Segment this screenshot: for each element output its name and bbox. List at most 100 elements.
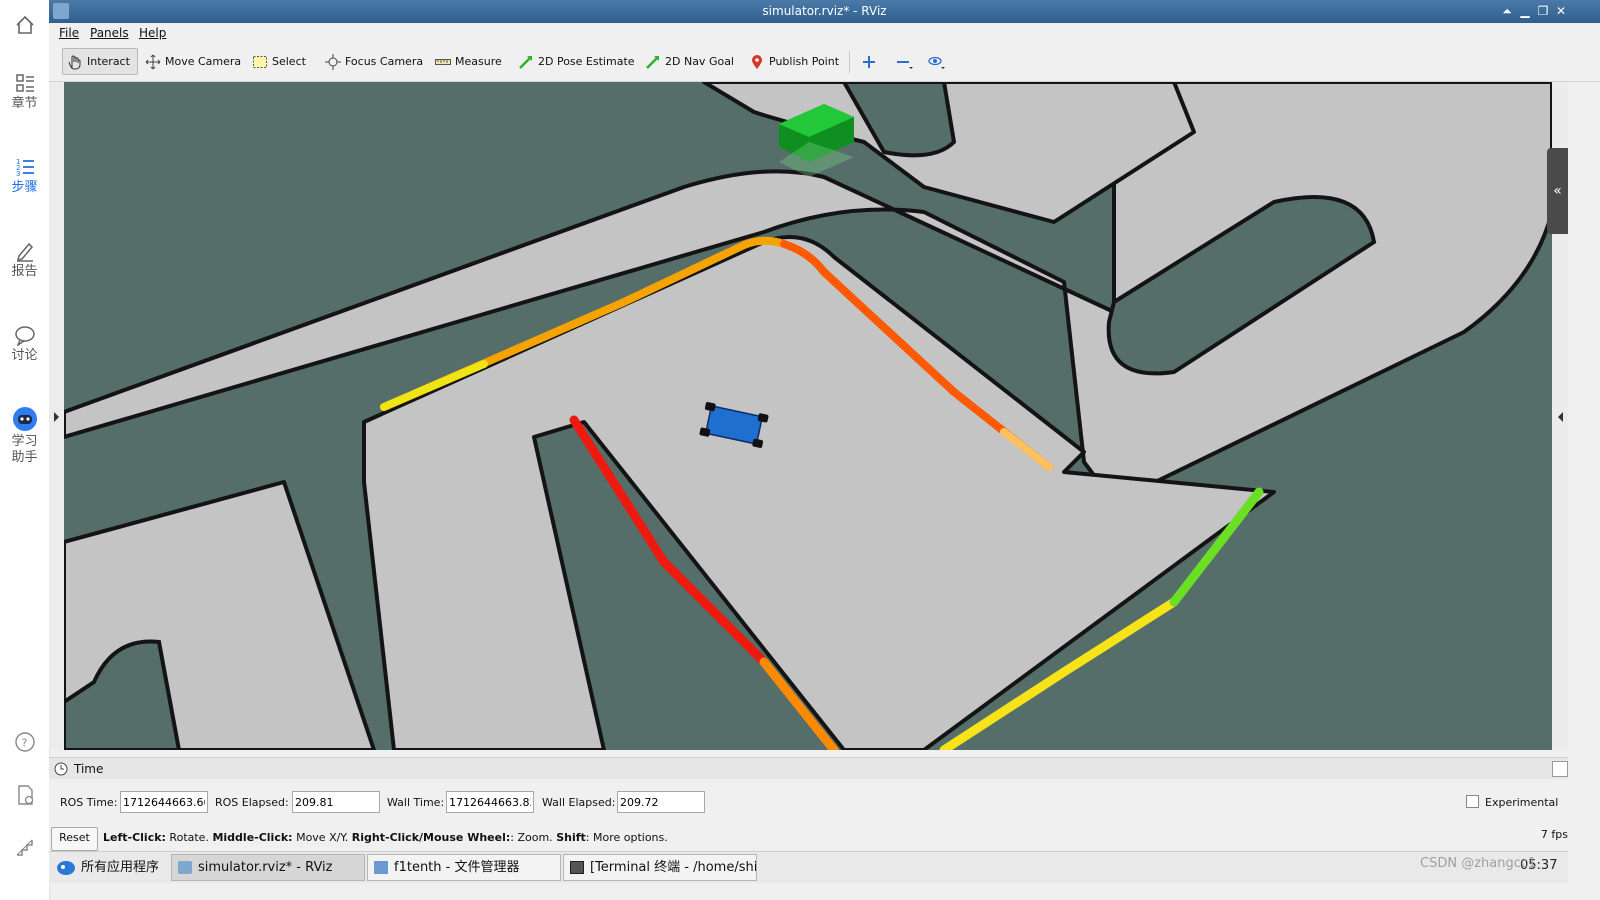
hand-icon bbox=[68, 55, 81, 69]
tool-publish-point[interactable]: Publish Point bbox=[749, 48, 839, 75]
tool-label: Select bbox=[272, 55, 306, 68]
hint-right-click: Right-Click/Mouse Wheel: bbox=[351, 831, 511, 844]
hint-shift-desc: : More options. bbox=[585, 831, 668, 844]
experimental-checkbox[interactable] bbox=[1466, 795, 1479, 808]
tool-2d-pose-estimate[interactable]: 2D Pose Estimate bbox=[518, 48, 635, 75]
tool-select[interactable]: Select bbox=[252, 48, 306, 75]
green-arrow-icon bbox=[646, 55, 659, 69]
course-sidebar: 章节 123 步骤 报告 讨论 学习 助手 ? bbox=[0, 0, 50, 900]
expand-left-icon bbox=[54, 412, 59, 422]
remove-tool-button[interactable] bbox=[895, 48, 919, 75]
ros-elapsed-field[interactable] bbox=[292, 791, 380, 813]
csdn-watermark: CSDN @zhangcc1 bbox=[1420, 856, 1537, 871]
status-hint: Left-Click: Rotate. Middle-Click: Move X… bbox=[103, 831, 668, 844]
maximize-button[interactable]: ❐ bbox=[1535, 3, 1551, 19]
ros-time-label: ROS Time: bbox=[60, 796, 118, 809]
taskbar: 所有应用程序 simulator.rviz* - RViz f1tenth - … bbox=[49, 851, 1568, 883]
tool-2d-nav-goal[interactable]: 2D Nav Goal bbox=[645, 48, 734, 75]
sidebar-item-assistant[interactable]: 学习 助手 bbox=[0, 406, 49, 466]
sidebar-item-home[interactable] bbox=[0, 14, 49, 38]
tool-label: Focus Camera bbox=[345, 55, 424, 68]
hint-middle-click: Middle-Click: bbox=[212, 831, 293, 844]
time-panel: ROS Time: ROS Elapsed: Wall Time: Wall E… bbox=[49, 779, 1568, 825]
left-dock-handle[interactable] bbox=[49, 82, 63, 750]
sidebar-item-report[interactable]: 报告 bbox=[0, 240, 49, 280]
collapse-panel-button[interactable]: « bbox=[1547, 148, 1568, 234]
window-title: simulator.rviz* - RViz bbox=[762, 4, 887, 18]
svg-text:3: 3 bbox=[16, 170, 20, 178]
menu-file[interactable]: File bbox=[59, 26, 79, 40]
task-label: [Terminal 终端 - /home/shi… bbox=[590, 860, 757, 875]
reset-button[interactable]: Reset bbox=[51, 827, 98, 851]
sidebar-label: 步骤 bbox=[11, 180, 38, 195]
hint-left-click-desc: Rotate. bbox=[165, 831, 213, 844]
map-render bbox=[64, 82, 1552, 750]
tool-label: 2D Nav Goal bbox=[665, 55, 734, 68]
sidebar-label: 章节 bbox=[11, 96, 38, 111]
stairs-button[interactable] bbox=[0, 836, 49, 860]
close-button[interactable]: ✕ bbox=[1553, 3, 1569, 19]
minus-icon bbox=[897, 60, 913, 69]
document-icon bbox=[17, 785, 33, 805]
help-button[interactable]: ? bbox=[0, 731, 49, 755]
wall-time-label: Wall Time: bbox=[387, 796, 445, 809]
view-options-button[interactable] bbox=[927, 48, 951, 75]
hint-middle-click-desc: Move X/Y. bbox=[292, 831, 352, 844]
status-bar: Reset Left-Click: Rotate. Middle-Click: … bbox=[49, 825, 1568, 851]
tool-measure[interactable]: Measure bbox=[435, 48, 502, 75]
eye-icon bbox=[928, 56, 945, 69]
rviz-app-icon bbox=[178, 861, 192, 874]
tool-move-camera[interactable]: Move Camera bbox=[145, 48, 241, 75]
help-icon: ? bbox=[14, 732, 35, 752]
green-arrow-icon bbox=[519, 55, 532, 69]
wall-time-field[interactable] bbox=[446, 791, 534, 813]
toolbar: Interact Move Camera Select Focus Camera… bbox=[49, 43, 1600, 82]
tool-label: Measure bbox=[455, 55, 502, 68]
hint-shift: Shift bbox=[556, 831, 586, 844]
menu-help[interactable]: Help bbox=[139, 26, 166, 40]
applications-menu[interactable]: 所有应用程序 bbox=[53, 855, 159, 881]
xfce-logo-icon bbox=[57, 861, 75, 875]
sidebar-item-chapters[interactable]: 章节 bbox=[0, 72, 49, 112]
task-rviz[interactable]: simulator.rviz* - RViz bbox=[171, 854, 365, 881]
terminal-icon bbox=[570, 861, 584, 874]
clock-icon bbox=[54, 762, 68, 776]
home-icon bbox=[15, 15, 34, 34]
sidebar-label: 报告 bbox=[11, 264, 38, 279]
ruler-icon bbox=[435, 58, 451, 65]
assistant-icon bbox=[12, 407, 37, 431]
toolbar-separator bbox=[849, 51, 850, 73]
minimize-button[interactable]: ▁ bbox=[1517, 3, 1533, 19]
sidebar-item-steps[interactable]: 123 步骤 bbox=[0, 156, 49, 196]
steps-icon: 123 bbox=[16, 158, 34, 178]
hint-right-click-desc: : Zoom. bbox=[510, 831, 557, 844]
svg-text:?: ? bbox=[21, 737, 27, 750]
discussion-icon bbox=[14, 326, 35, 346]
move-camera-icon bbox=[145, 54, 161, 69]
document-button[interactable] bbox=[0, 784, 49, 808]
tool-label: Move Camera bbox=[165, 55, 242, 68]
map-pin-icon bbox=[752, 54, 762, 69]
add-tool-button[interactable] bbox=[861, 48, 881, 75]
tool-interact[interactable]: Interact bbox=[62, 48, 138, 75]
report-icon bbox=[16, 242, 33, 262]
double-chevron-left-icon: « bbox=[1553, 183, 1562, 199]
sidebar-label: 讨论 bbox=[11, 348, 38, 363]
3d-viewport[interactable] bbox=[64, 82, 1552, 750]
task-terminal[interactable]: [Terminal 终端 - /home/shi… bbox=[563, 854, 757, 881]
window-titlebar[interactable]: simulator.rviz* - RViz ⏶ ▁ ❐ ✕ bbox=[49, 0, 1600, 23]
task-file-manager[interactable]: f1tenth - 文件管理器 bbox=[367, 854, 561, 881]
tool-label: Publish Point bbox=[769, 55, 840, 68]
sidebar-label: 助手 bbox=[11, 450, 38, 465]
wall-elapsed-field[interactable] bbox=[617, 791, 705, 813]
sidebar-item-discussion[interactable]: 讨论 bbox=[0, 324, 49, 364]
time-panel-header: Time bbox=[49, 757, 1568, 780]
float-panel-button[interactable] bbox=[1552, 761, 1568, 777]
shade-button[interactable]: ⏶ bbox=[1499, 3, 1515, 19]
ros-time-field[interactable] bbox=[120, 791, 208, 813]
menu-panels[interactable]: Panels bbox=[90, 26, 129, 40]
tool-focus-camera[interactable]: Focus Camera bbox=[325, 48, 423, 75]
task-label: f1tenth - 文件管理器 bbox=[394, 860, 520, 875]
plus-icon bbox=[863, 55, 875, 68]
chapters-icon bbox=[15, 74, 34, 92]
